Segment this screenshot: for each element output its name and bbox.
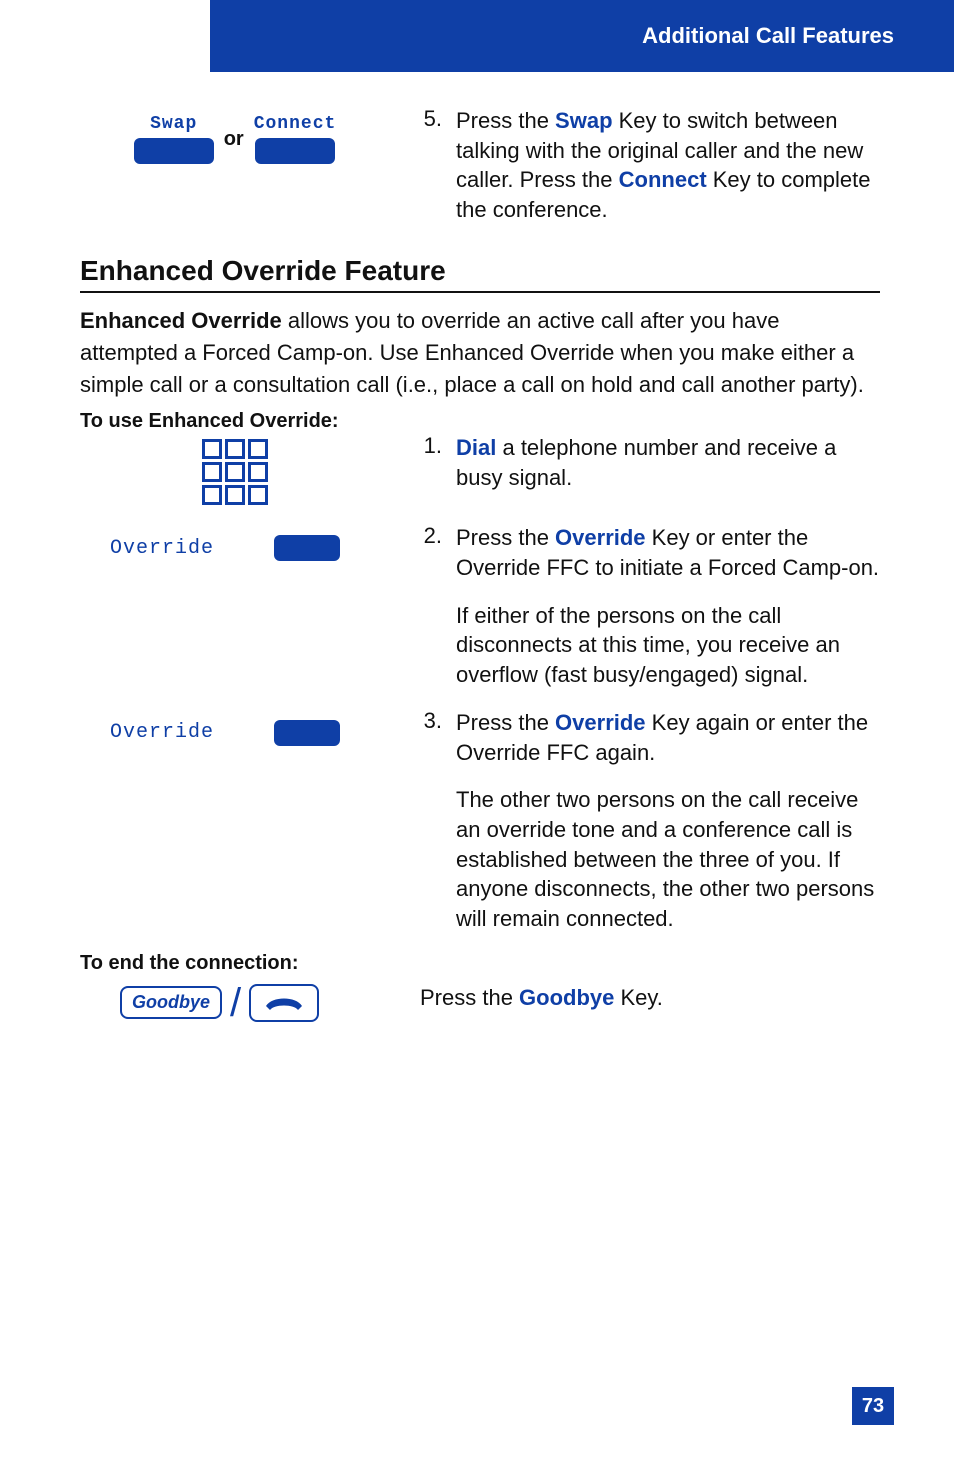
intro-lead: Enhanced Override: [80, 308, 282, 333]
override-keyword-2: Override: [555, 710, 646, 735]
page-number: 73: [852, 1387, 894, 1425]
dial-keyword: Dial: [456, 435, 496, 460]
override-softkey-2: Override: [80, 720, 390, 746]
step-3-number: 3.: [420, 708, 442, 767]
step-5-row: Swap or Connect 5. Press the Swap Key to…: [80, 106, 880, 225]
keypad-icon: [80, 439, 390, 505]
header-tab: Additional Call Features: [210, 0, 954, 72]
connect-button-icon: [255, 138, 335, 164]
goodbye-text: Press the Goodbye Key.: [420, 983, 880, 1013]
step-2-row: Override 2. Press the Override Key or en…: [80, 523, 880, 689]
step-2-number: 2.: [420, 523, 442, 582]
goodbye-keyword: Goodbye: [519, 985, 614, 1010]
step-5-graphic: Swap or Connect: [80, 106, 390, 225]
goodbye-graphic: Goodbye /: [80, 975, 390, 1023]
intro-paragraph: Enhanced Override allows you to override…: [80, 305, 880, 401]
swap-softkey-label: Swap: [150, 114, 197, 134]
override-button-icon-2: [274, 720, 340, 746]
connect-softkey-label: Connect: [254, 114, 337, 134]
header-title: Additional Call Features: [642, 23, 894, 49]
step-1-row: 1. Dial a telephone number and receive a…: [80, 433, 880, 505]
step-3-sub: The other two persons on the call receiv…: [456, 785, 880, 933]
step-2-graphic: Override: [80, 523, 390, 689]
slash-separator: /: [230, 983, 241, 1023]
connect-keyword: Connect: [619, 167, 707, 192]
swap-button-icon: [134, 138, 214, 164]
step-2-sub: If either of the persons on the call dis…: [456, 601, 880, 690]
override-button-icon: [274, 535, 340, 561]
end-heading: To end the connection:: [80, 952, 880, 975]
step-3-text: Press the Override Key again or enter th…: [456, 708, 880, 767]
hangup-icon: [249, 984, 319, 1022]
override-keyword-1: Override: [555, 525, 646, 550]
step-2-text: Press the Override Key or enter the Over…: [456, 523, 880, 582]
swap-keyword: Swap: [555, 108, 612, 133]
override-softkey-label: Override: [110, 537, 214, 560]
step-1-number: 1.: [420, 433, 442, 492]
step-1-graphic: [80, 433, 390, 505]
connect-softkey: Connect: [254, 114, 337, 164]
step-3-graphic: Override: [80, 708, 390, 934]
goodbye-key-label-box: Goodbye: [120, 986, 222, 1019]
step-5-number: 5.: [420, 106, 442, 225]
step-1-text: Dial a telephone number and receive a bu…: [456, 433, 880, 492]
override-softkey: Override: [80, 535, 390, 561]
override-softkey-label-2: Override: [110, 721, 214, 744]
step-3-row: Override 3. Press the Override Key again…: [80, 708, 880, 934]
page-content: Swap or Connect 5. Press the Swap Key to…: [80, 106, 880, 1041]
step-5-text: Press the Swap Key to switch between tal…: [456, 106, 880, 225]
swap-softkey: Swap: [134, 114, 214, 164]
or-label: or: [224, 128, 244, 151]
use-heading: To use Enhanced Override:: [80, 410, 880, 433]
goodbye-row: Goodbye / Press the Goodbye Key.: [80, 975, 880, 1023]
section-title: Enhanced Override Feature: [80, 255, 880, 293]
